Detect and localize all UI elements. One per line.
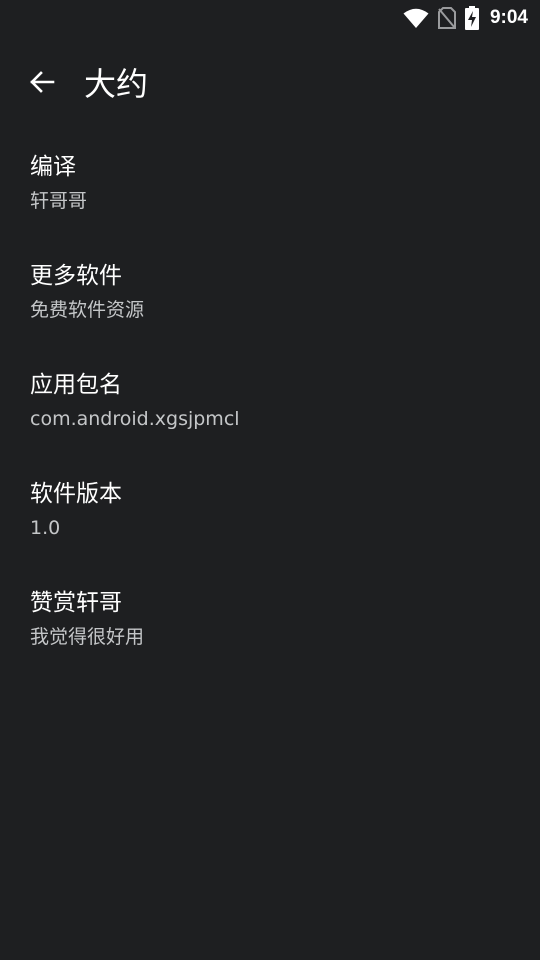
preference-summary: com.android.xgsjpmcl <box>30 408 240 430</box>
wifi-icon <box>403 7 429 29</box>
status-time: 9:04 <box>489 7 528 28</box>
preference-title: 编译 <box>30 154 76 180</box>
preference-item-version[interactable]: 软件版本 1.0 <box>0 474 540 583</box>
preference-summary: 免费软件资源 <box>30 299 145 321</box>
preference-summary: 我觉得很好用 <box>30 626 145 648</box>
preference-item-more-software[interactable]: 更多软件 免费软件资源 <box>0 256 540 365</box>
no-sim-icon <box>437 7 456 29</box>
page-title: 大约 <box>84 65 149 103</box>
preference-title: 软件版本 <box>30 481 122 507</box>
preference-title: 赞赏轩哥 <box>30 590 122 616</box>
preference-item-donate[interactable]: 赞赏轩哥 我觉得很好用 <box>0 583 540 692</box>
status-bar: 9:04 <box>0 0 540 36</box>
preference-title: 应用包名 <box>30 372 122 398</box>
status-icons: 9:04 <box>403 5 528 31</box>
preference-summary: 轩哥哥 <box>30 190 88 212</box>
preference-list: 编译 轩哥哥 更多软件 免费软件资源 应用包名 com.android.xgsj… <box>0 147 540 692</box>
preference-summary: 1.0 <box>30 517 61 539</box>
back-button[interactable] <box>22 66 62 102</box>
preference-item-compile[interactable]: 编译 轩哥哥 <box>0 147 540 256</box>
app-bar: 大约 <box>0 56 540 112</box>
preference-item-package-name[interactable]: 应用包名 com.android.xgsjpmcl <box>0 365 540 474</box>
preference-title: 更多软件 <box>30 263 122 289</box>
battery-charging-icon <box>464 6 479 30</box>
arrow-left-icon <box>29 70 55 98</box>
